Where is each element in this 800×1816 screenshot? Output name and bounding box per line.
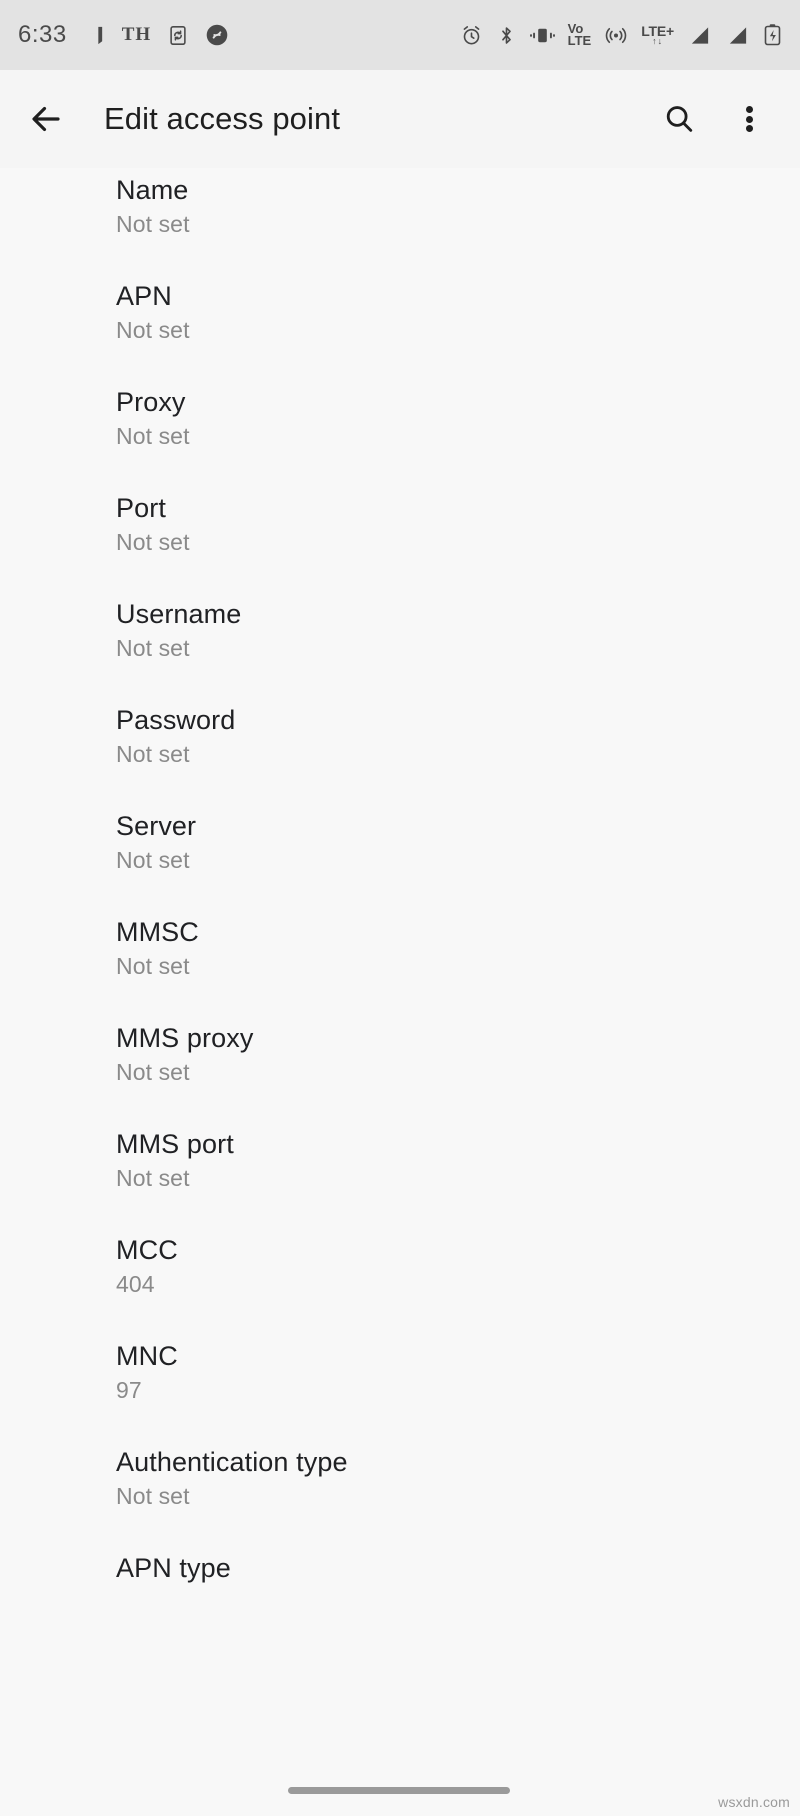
list-item-title: Username (116, 599, 242, 629)
list-item-value: Not set (116, 847, 190, 873)
list-item-apn-type[interactable]: APN type (0, 1546, 800, 1652)
kebab-menu-icon (745, 104, 753, 135)
signal-bars-sim2-icon (725, 24, 750, 47)
page-title: Edit access point (104, 101, 341, 136)
volte-icon: Vo LTE (567, 22, 592, 48)
kebab-dot-2 (745, 115, 753, 123)
back-button[interactable] (10, 83, 82, 155)
back-arrow-icon (32, 106, 60, 132)
signal-bars-sim1-icon (687, 24, 712, 47)
kebab-dot-3 (745, 125, 753, 132)
list-item-mms-port[interactable]: MMS port Not set (0, 1122, 800, 1228)
list-item-title: Port (116, 493, 166, 523)
list-item-title: MMS port (116, 1129, 234, 1159)
volte-label-bottom: LTE (567, 33, 592, 48)
list-item-server[interactable]: Server Not set (0, 804, 800, 910)
settings-list[interactable]: Name Not set APN Not set Proxy Not set P… (0, 168, 800, 1816)
vibrate-icon (529, 24, 555, 47)
phone-sync-icon (167, 24, 189, 47)
watermark: wsxdn.com (718, 1794, 790, 1810)
app-bar: Edit access point (0, 70, 800, 168)
list-item-mms-proxy[interactable]: MMS proxy Not set (0, 1016, 800, 1122)
list-item-title: MMS proxy (116, 1023, 254, 1053)
list-item-value: 404 (116, 1271, 155, 1297)
list-item-authentication-type[interactable]: Authentication type Not set (0, 1440, 800, 1546)
list-item-title: APN (116, 281, 172, 311)
status-bar-right-group: Vo LTE LTE+ ↑↓ (460, 22, 782, 48)
list-item-password[interactable]: Password Not set (0, 698, 800, 804)
bluetooth-icon (496, 24, 517, 47)
battery-charging-icon (763, 23, 782, 47)
list-item-title: MMSC (116, 917, 199, 947)
list-item-proxy[interactable]: Proxy Not set (0, 380, 800, 486)
list-item-title: MNC (116, 1341, 178, 1371)
list-item-title: Server (116, 811, 197, 841)
list-item-title: Proxy (116, 387, 186, 417)
search-button[interactable] (644, 84, 714, 154)
list-item-value: Not set (116, 1483, 190, 1509)
list-item-value: Not set (116, 1165, 190, 1191)
status-bar: 6:33 TH Vo LTE LTE+ ↑↓ (0, 0, 800, 70)
lte-plus-icon: LTE+ ↑↓ (641, 24, 674, 47)
list-item-value: Not set (116, 741, 190, 767)
messages-icon (83, 24, 106, 47)
list-item-value: Not set (116, 423, 190, 449)
list-item-title: Name (116, 175, 189, 205)
home-gesture-bar[interactable] (288, 1787, 510, 1794)
list-item-username[interactable]: Username Not set (0, 592, 800, 698)
hotspot-icon (604, 24, 628, 47)
overflow-menu-button[interactable] (714, 84, 784, 154)
list-item-title: MCC (116, 1235, 178, 1265)
list-item-mnc[interactable]: MNC 97 (0, 1334, 800, 1440)
shazam-icon (205, 23, 229, 47)
list-item-value: Not set (116, 529, 190, 555)
list-item-title: Authentication type (116, 1447, 348, 1477)
list-item-value: Not set (116, 953, 190, 979)
list-item-value: 97 (116, 1377, 142, 1403)
alarm-icon (460, 24, 483, 47)
list-item-title: APN type (116, 1553, 231, 1583)
status-bar-left-group: 6:33 TH (18, 21, 229, 49)
list-item-mcc[interactable]: MCC 404 (0, 1228, 800, 1334)
kebab-dot-1 (745, 106, 753, 113)
lte-data-arrows: ↑↓ (652, 36, 664, 47)
status-clock: 6:33 (18, 21, 67, 48)
list-item-mmsc[interactable]: MMSC Not set (0, 910, 800, 1016)
list-item-value: Not set (116, 1059, 190, 1085)
search-icon (666, 106, 693, 132)
list-item-value: Not set (116, 211, 190, 237)
list-item-value: Not set (116, 317, 190, 343)
list-item-port[interactable]: Port Not set (0, 486, 800, 592)
list-item-value: Not set (116, 635, 190, 661)
th-keyboard-indicator: TH (121, 24, 152, 45)
list-item-apn[interactable]: APN Not set (0, 274, 800, 380)
list-item-name[interactable]: Name Not set (0, 168, 800, 274)
list-item-title: Password (116, 705, 236, 735)
